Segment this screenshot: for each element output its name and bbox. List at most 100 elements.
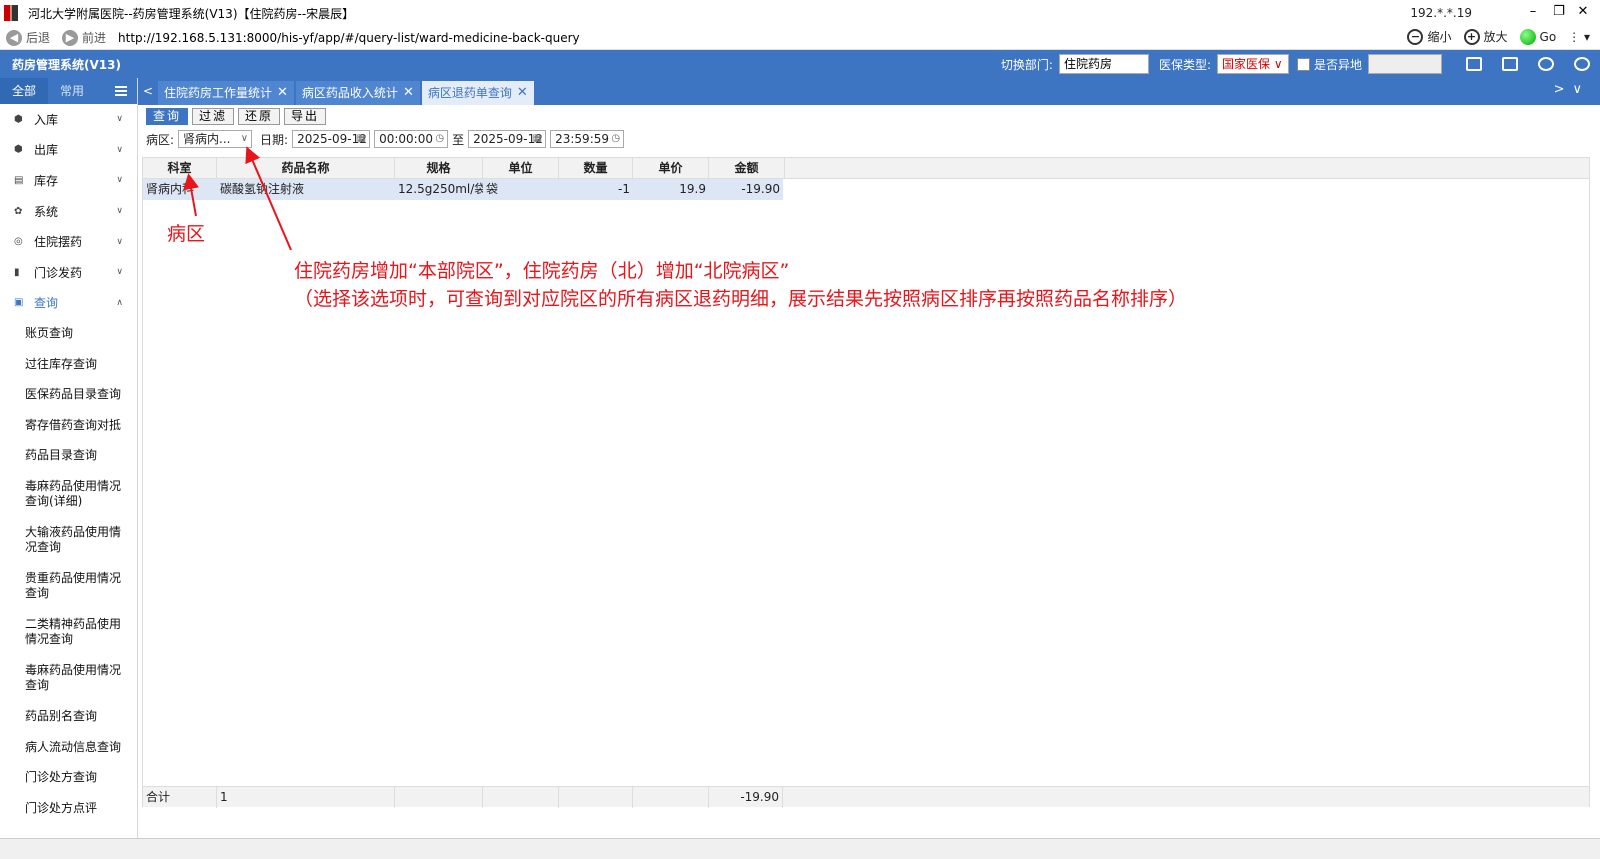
query-button[interactable]: 查询 [146,108,189,125]
column-header[interactable]: 规格 [395,158,483,179]
sidebar-tab-all[interactable]: 全部 [0,78,49,104]
ip-display: 192.*.*.19 [1410,6,1472,20]
chevron-down-icon: ∨ [116,144,123,155]
hamburger-menu-icon[interactable] [115,86,127,96]
column-header[interactable]: 单位 [483,158,559,179]
close-icon[interactable]: ✕ [277,81,288,105]
clock-icon: ◷ [435,133,445,144]
toolbar: 查询 过滤 还原 导出 [146,108,327,125]
minimize-button[interactable]: – [1524,3,1542,21]
table-header: 科室 药品名称 规格 单位 数量 单价 金额 [143,158,1589,179]
column-header[interactable]: 药品名称 [217,158,395,179]
zoom-out-button[interactable]: − 缩小 [1407,28,1452,45]
sidebar: 全部 常用 ⬢ 入库 ∨ ⬢ 出库 ∨ ▤ 库存 ∨ ✿ 系统 ∨ ◎ 住院摆药 ∨ ▮ 门诊发药 ∨ … [0,78,138,838]
zoom-in-icon: + [1463,28,1480,45]
restore-button[interactable]: ❐ [1550,3,1568,21]
remote-label: 是否异地 [1313,57,1362,72]
sidebar-sub-item[interactable]: 药品别名查询 [0,701,137,732]
table-row[interactable]: 肾病内科 碳酸氢钠注射液 12.5g250ml/袋 袋 -1 19.9 -19.… [143,179,783,200]
tabs-scroll-left-icon[interactable]: < [138,78,158,105]
tab-ward-income-stats[interactable]: 病区药品收入统计 ✕ [295,81,420,105]
calendar-icon: ▦ [356,133,367,144]
chevron-down-icon: ∨ [116,236,123,247]
remote-input[interactable] [1368,54,1442,74]
eye-icon[interactable] [1538,57,1554,71]
column-header[interactable]: 科室 [143,158,217,179]
sidebar-sub-item[interactable]: 药品目录查询 [0,441,137,472]
chevron-down-icon: ∨ [116,206,123,217]
sidebar-item-inventory[interactable]: ▤ 库存 ∨ [0,165,137,196]
sidebar-item-outpatient[interactable]: ▮ 门诊发药 ∨ [0,257,137,288]
more-menu-icon[interactable]: ⋮ ▾ [1568,30,1590,44]
sidebar-sub-item[interactable]: 门诊处方查询 [0,762,137,793]
clock-icon: ◷ [611,133,621,144]
zoom-in-button[interactable]: + 放大 [1463,28,1508,45]
sidebar-item-inpatient[interactable]: ◎ 住院摆药 ∨ [0,226,137,257]
tab-workload-stats[interactable]: 住院药房工作量统计 ✕ [158,81,294,105]
go-icon [1519,28,1536,45]
column-header[interactable]: 单价 [633,158,709,179]
sidebar-sub-item[interactable]: 病人流动信息查询 [0,732,137,763]
screen-icon[interactable] [1466,57,1482,71]
print-icon[interactable] [1502,57,1518,71]
sidebar-sub-item[interactable]: 大输液药品使用情况查询 [0,517,137,563]
sidebar-item-stock-in[interactable]: ⬢ 入库 ∨ [0,104,137,135]
close-window-button[interactable]: ✕ [1574,3,1592,21]
sidebar-item-query[interactable]: ▣ 查询 ∧ [0,288,137,319]
sidebar-sub-item[interactable]: 寄存借药查询对抵 [0,410,137,441]
cell-unit-price: 19.9 [679,182,706,196]
sidebar-item-stock-out[interactable]: ⬢ 出库 ∨ [0,135,137,166]
remote-checkbox[interactable] [1296,57,1310,71]
zoom-out-icon: − [1407,28,1424,45]
cell-department: 肾病内科 [146,182,195,196]
end-time-input[interactable]: 23:59:59 ◷ [550,130,625,148]
cell-quantity: -1 [618,182,630,196]
address-bar[interactable]: http://192.168.5.131:8000/his-yf/app/#/q… [118,31,580,45]
sidebar-sub-item[interactable]: 过往库存查询 [0,349,137,380]
close-icon[interactable]: ✕ [517,81,528,105]
start-date-input[interactable]: 2025-09-12 ▦ [292,130,371,148]
sidebar-sub-item[interactable]: 二类精神药品使用情况查询 [0,609,137,655]
start-time-input[interactable]: 00:00:00 ◷ [374,130,449,148]
query-icon: ▣ [14,297,24,309]
sidebar-sub-item[interactable]: 毒麻药品使用情况查询 [0,655,137,701]
end-date-input[interactable]: 2025-09-12 ▦ [468,130,547,148]
chevron-down-icon: ∨ [116,114,123,125]
footer-count: 1 [217,787,395,808]
sidebar-sub-item[interactable]: 贵重药品使用情况查询 [0,563,137,609]
close-icon[interactable]: ✕ [403,81,414,105]
gear-icon: ✿ [14,205,23,217]
reset-button[interactable]: 还原 [238,108,281,125]
app-logo-icon [4,5,18,21]
forward-button[interactable]: ▶ 前进 [62,29,106,46]
tab-ward-return-query[interactable]: 病区退药单查询 ✕ [421,81,534,105]
filter-button[interactable]: 过滤 [192,108,235,125]
system-name: 药房管理系统(V13) [12,57,121,72]
sidebar-sub-item[interactable]: 医保药品目录查询 [0,379,137,410]
insurance-type-label: 医保类型: [1158,57,1211,72]
ward-label: 病区: [146,132,175,147]
export-button[interactable]: 导出 [284,108,327,125]
table-footer: 合计 1 -19.90 [143,786,1589,808]
sidebar-item-system[interactable]: ✿ 系统 ∨ [0,196,137,227]
column-header[interactable]: 数量 [559,158,633,179]
window-titlebar: 河北大学附属医院--药房管理系统(V13)【住院药房--宋晨辰】 192.*.*… [0,0,1600,26]
chevron-down-icon: ∨ [116,175,123,186]
sidebar-sub-item[interactable]: 账页查询 [0,318,137,349]
switch-dept-input[interactable]: 住院药房 [1058,54,1149,74]
sidebar-sub-item[interactable]: 毒麻药品使用情况查询(详细) [0,471,137,517]
footer-amount: -19.90 [709,787,783,808]
gear-icon[interactable] [1574,57,1590,71]
chevron-down-icon: ∨ [1270,57,1283,71]
ward-select[interactable]: 肾病内... ∨ [178,130,253,148]
go-button[interactable]: Go [1519,28,1556,45]
sidebar-sub-item[interactable]: 门诊处方点评 [0,793,137,824]
sidebar-tab-common[interactable]: 常用 [48,78,96,104]
chevron-down-icon: ∨ [240,133,249,144]
tabs-scroll-right-icon[interactable]: >∨ [1554,82,1590,97]
calendar-icon: ▦ [532,133,543,144]
footer-blank [559,787,633,808]
back-button[interactable]: ◀ 后退 [6,29,50,46]
insurance-type-select[interactable]: 国家医保 ∨ [1216,54,1289,74]
column-header[interactable]: 金额 [709,158,785,179]
